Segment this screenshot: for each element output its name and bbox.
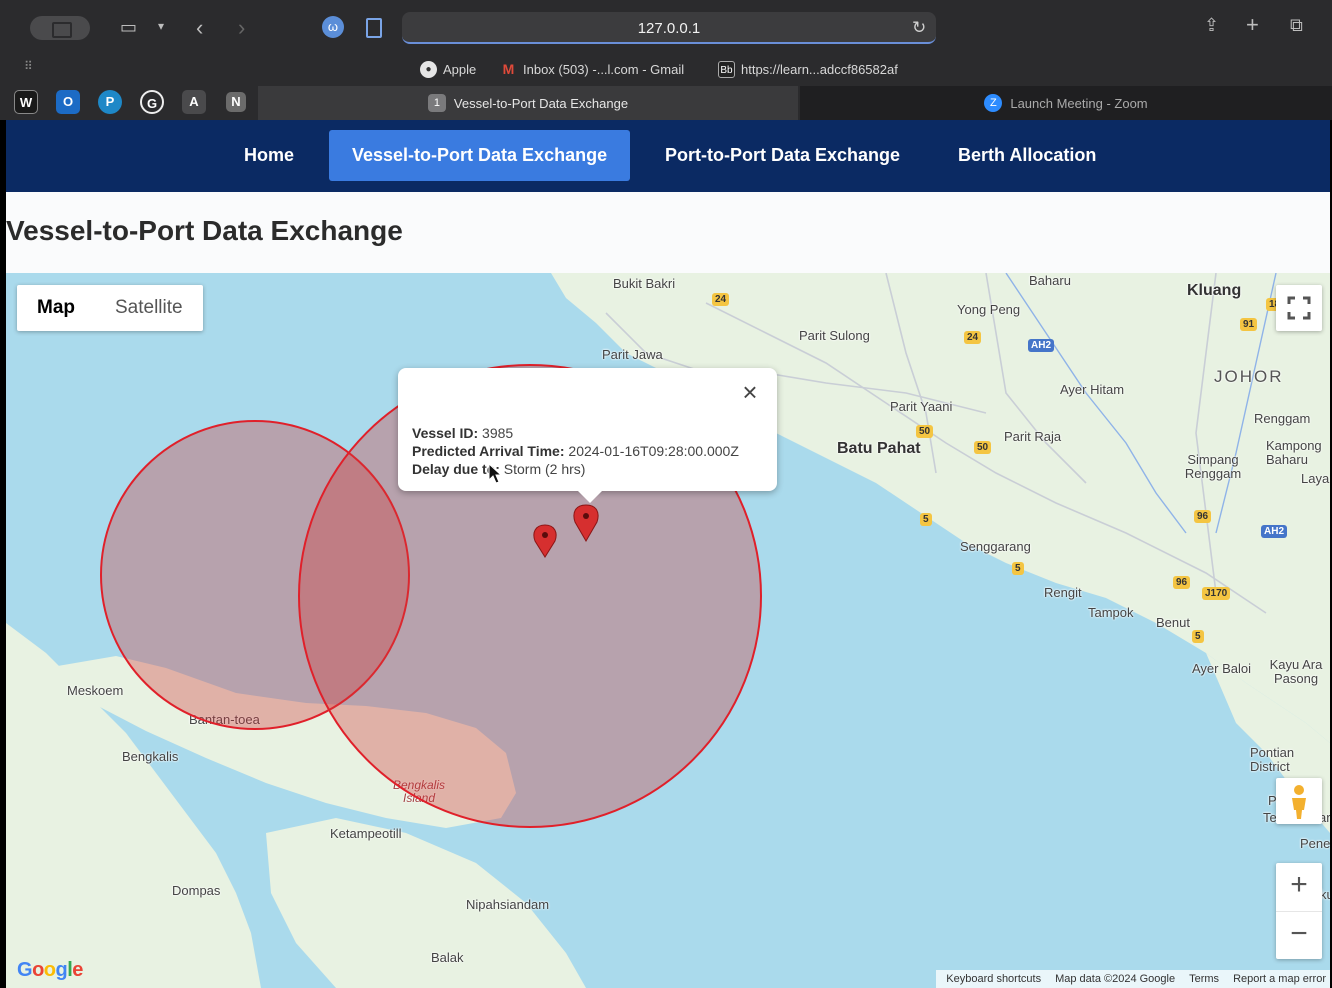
close-icon[interactable]: × [739,379,761,405]
zoom-out-button[interactable]: − [1276,911,1322,959]
map-attribution: Keyboard shortcuts Map data ©2024 Google… [936,970,1330,988]
report-error-link[interactable]: Report a map error [1233,970,1326,988]
map-type-satellite-button[interactable]: Satellite [95,285,203,331]
tab-overview-icon[interactable]: ⧉ [1290,16,1303,34]
favorite-label: Inbox (503) -...l.com - Gmail [523,61,685,77]
arrival-time-value: 2024-01-16T09:28:00.000Z [568,443,739,459]
street-view-button[interactable] [1276,778,1322,824]
apple-icon: ● [420,60,437,78]
grid-icon[interactable]: ⠿ [24,60,33,72]
gmail-icon: M [502,60,515,77]
zoom-control: + − [1276,863,1322,959]
terms-link[interactable]: Terms [1189,970,1219,988]
favorite-label: https://learn...adccf86582af [741,61,898,77]
vessel-id-line: Vessel ID: 3985 [412,425,513,441]
vessel-info-window: × Vessel ID: 3985 Predicted Arrival Time… [398,368,777,503]
favorite-blackboard[interactable]: Bb https://learn...adccf86582af [718,60,898,78]
vessel-id-value: 3985 [482,425,514,441]
delay-value: Storm (2 hrs) [503,461,586,477]
arrival-time-line: Predicted Arrival Time: 2024-01-16T09:28… [412,443,739,459]
map-canvas[interactable]: Bukit Bakri Parit Sulong Yong Peng Bahar… [6,273,1330,988]
pinned-tab-github[interactable]: G [140,90,164,114]
nav-home[interactable]: Home [221,130,317,181]
nav-berth-allocation[interactable]: Berth Allocation [935,130,1119,181]
pinned-tab-notion[interactable]: N [226,92,246,112]
page-title: Vessel-to-Port Data Exchange [6,215,403,246]
tab-title: Launch Meeting - Zoom [1010,95,1148,111]
browser-chrome: ▭ ▾ ‹ › ω 127.0.0.1 ↻ ⇪ + ⧉ ⠿ ● Apple M … [0,0,1332,120]
tab-badge-icon: 1 [427,94,446,112]
pinned-tab-w[interactable]: W [14,90,38,114]
zoom-in-button[interactable]: + [1276,863,1322,911]
sidebar-toggle-icon[interactable]: ▭ [120,18,137,36]
pinned-tab-a[interactable]: A [182,90,206,114]
sidebar-pill-icon[interactable] [30,16,90,40]
address-bar[interactable]: 127.0.0.1 ↻ [402,12,936,44]
share-icon[interactable]: ⇪ [1204,16,1219,34]
forward-icon[interactable]: › [238,17,245,39]
keyboard-shortcuts-link[interactable]: Keyboard shortcuts [946,970,1041,988]
delay-label: Delay due to: [412,461,500,477]
mouse-cursor-icon [488,463,502,484]
extension-icon[interactable]: ω [322,16,344,38]
tab-zoom[interactable]: Z Launch Meeting - Zoom [800,86,1332,120]
page-icon[interactable] [366,18,382,38]
web-page: Home Vessel-to-Port Data Exchange Port-t… [6,120,1330,988]
pinned-tab-p[interactable]: P [98,90,122,114]
favorite-label: Apple [443,61,477,77]
nav-vessel-to-port[interactable]: Vessel-to-Port Data Exchange [329,130,631,181]
google-logo: Google [17,959,83,981]
vessel-id-label: Vessel ID: [412,425,479,441]
chevron-down-icon[interactable]: ▾ [158,20,164,32]
pegman-icon [1292,785,1306,819]
reload-icon[interactable]: ↻ [912,18,928,38]
map-data-text: Map data ©2024 Google [1055,973,1176,985]
fullscreen-button[interactable] [1276,285,1322,331]
favorite-apple[interactable]: ● Apple [420,60,476,78]
arrival-time-label: Predicted Arrival Time: [412,443,565,459]
map-type-control: Map Satellite [17,285,203,331]
favorite-gmail[interactable]: M Inbox (503) -...l.com - Gmail [500,60,684,78]
nav-port-to-port[interactable]: Port-to-Port Data Exchange [642,130,923,181]
zoom-icon: Z [984,94,1003,112]
address-text: 127.0.0.1 [637,20,701,37]
map-type-map-button[interactable]: Map [17,285,95,331]
back-icon[interactable]: ‹ [196,17,203,39]
tab-vessel-to-port[interactable]: 1 Vessel-to-Port Data Exchange [258,86,798,120]
new-tab-icon[interactable]: + [1246,14,1259,36]
pinned-tab-outlook[interactable]: O [56,90,80,114]
tab-title: Vessel-to-Port Data Exchange [453,95,629,111]
blackboard-icon: Bb [718,60,735,78]
fullscreen-icon [1287,296,1311,320]
navbar: Home Vessel-to-Port Data Exchange Port-t… [6,120,1330,192]
